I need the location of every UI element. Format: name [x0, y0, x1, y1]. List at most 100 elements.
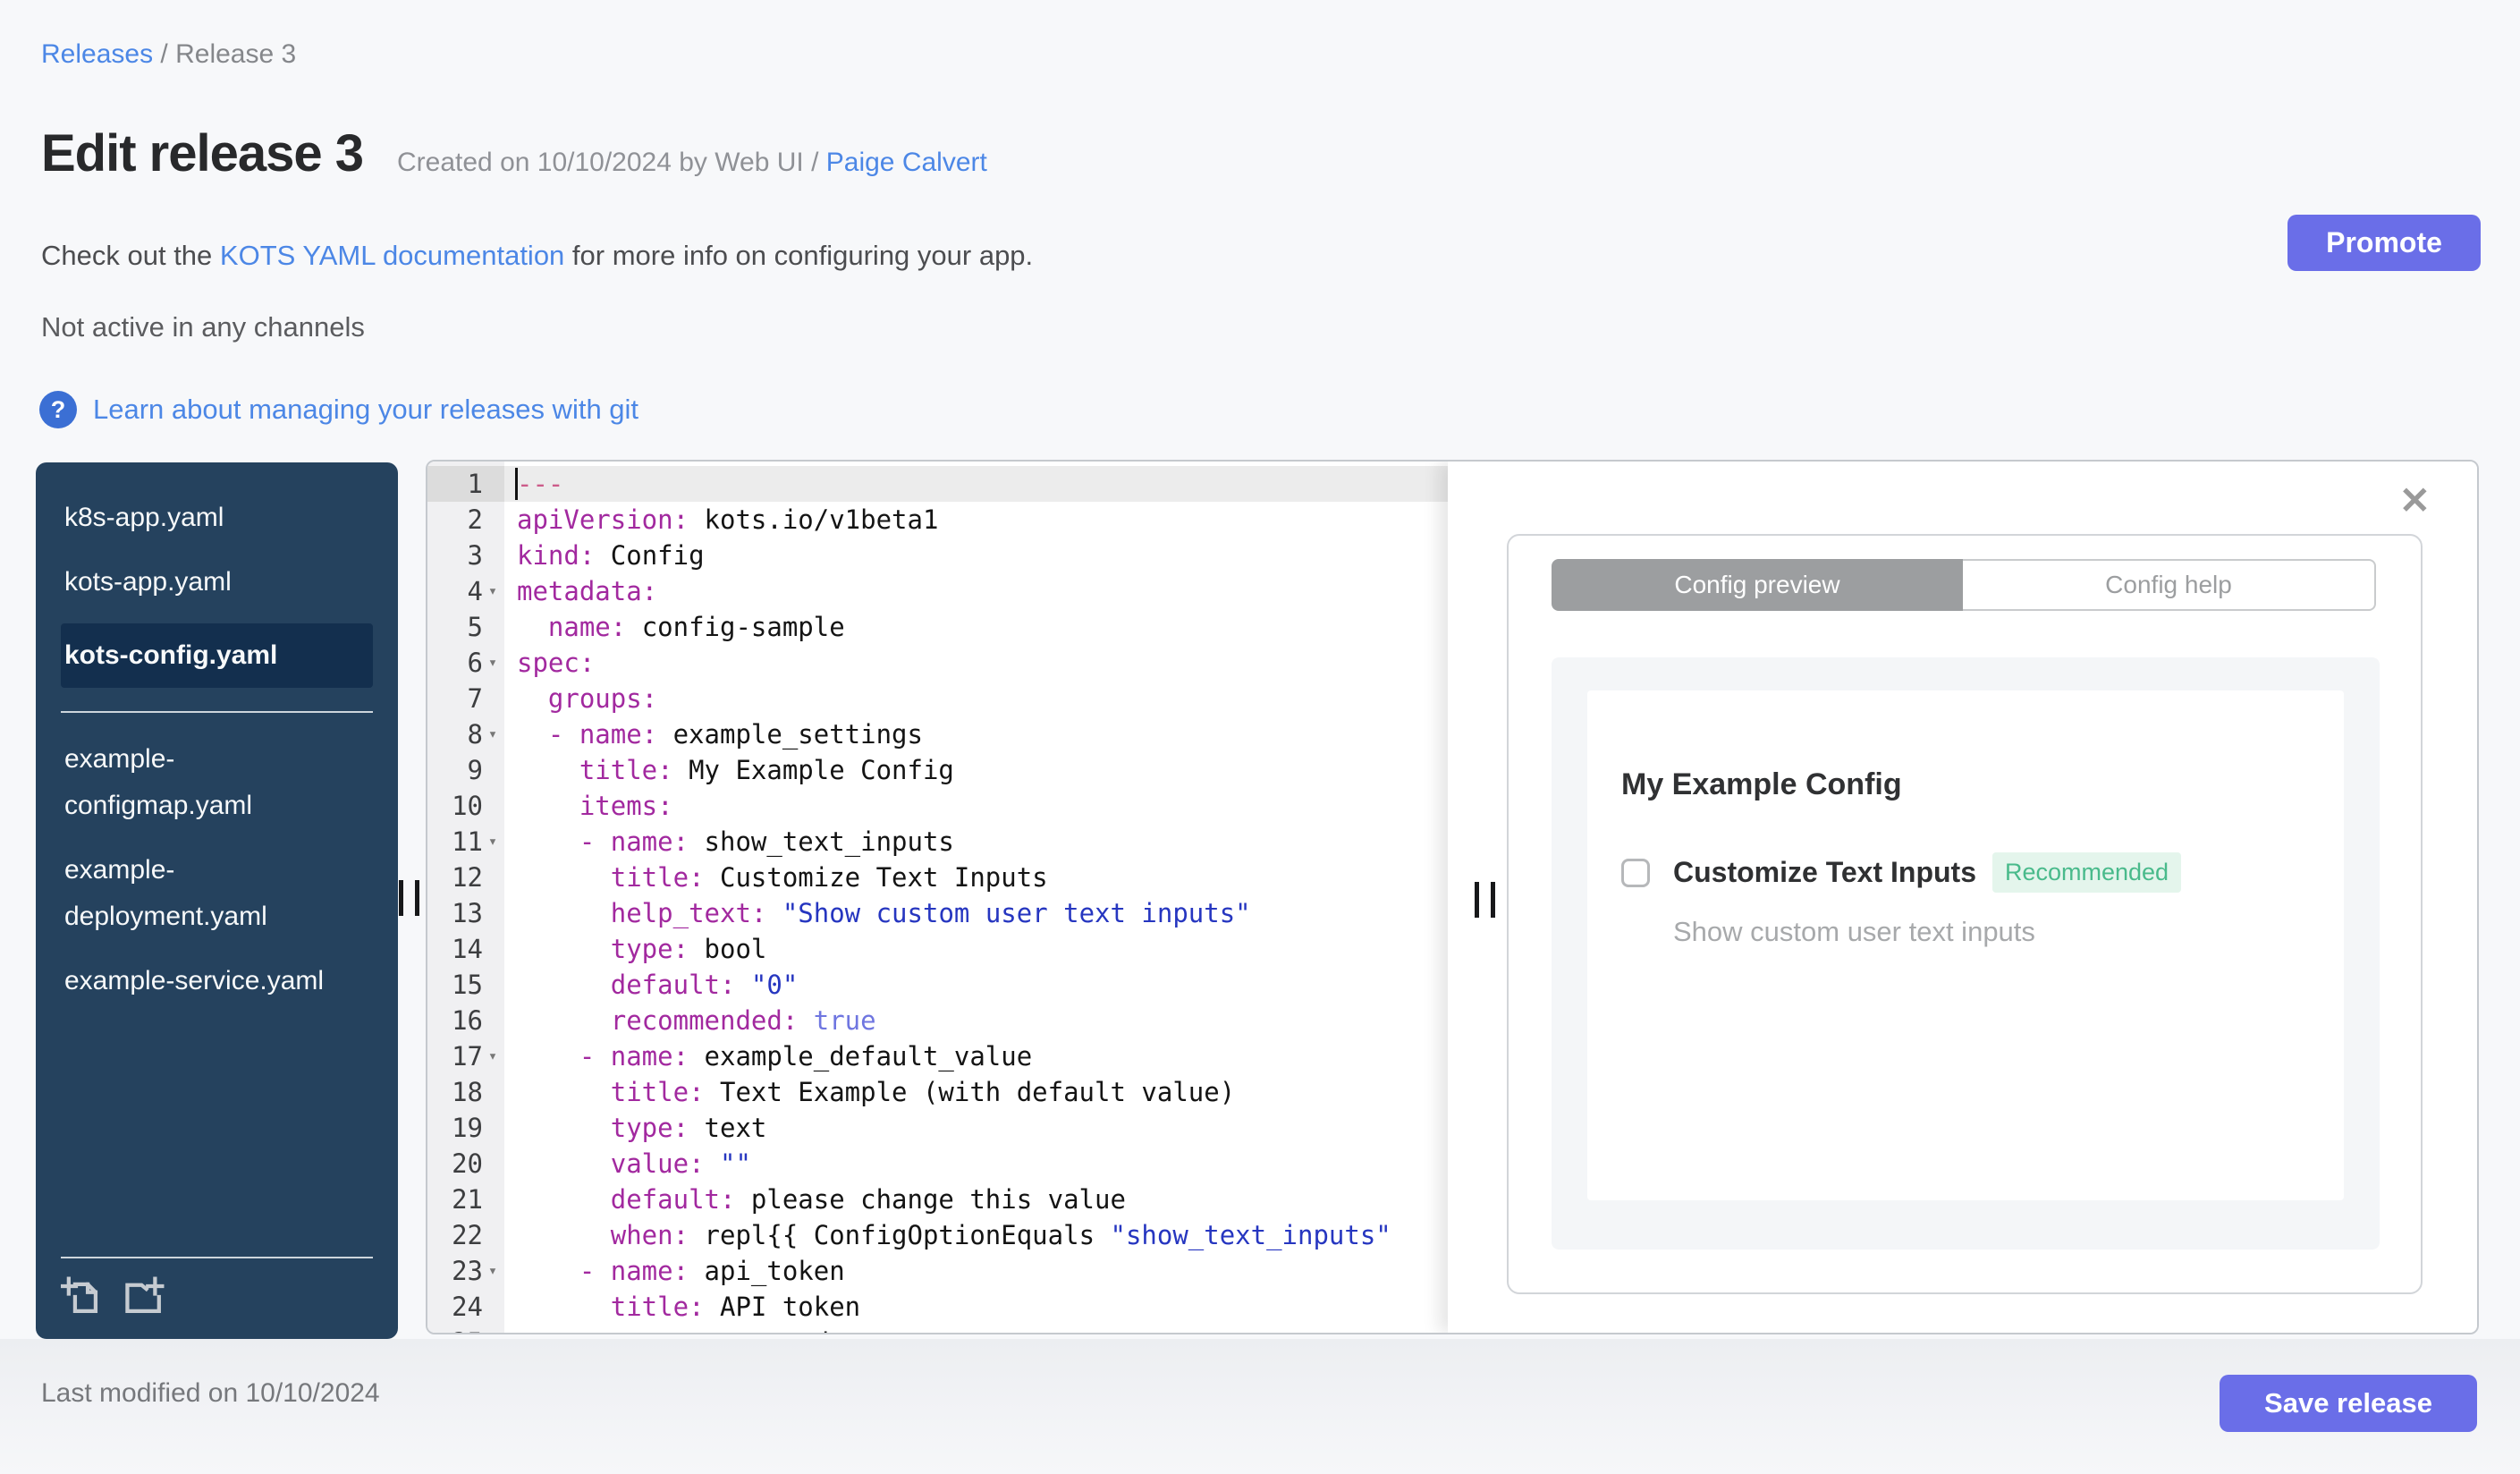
gutter-line-21: 21 [452, 1184, 483, 1215]
fold-widget-icon[interactable]: ▾ [483, 833, 503, 851]
gutter-line-16: 16 [452, 1005, 483, 1036]
code-line-8[interactable]: - name: example_settings [504, 716, 1448, 752]
fold-widget-icon[interactable]: ▾ [483, 654, 503, 672]
gutter-line-24: 24 [452, 1292, 483, 1322]
resize-handle-bar [1491, 882, 1495, 918]
editor-shell: 1 2 3 4 ▾ 5 6 ▾ 7 8 ▾ 9 10 11 ▾ 12 13 14 15 16 17 ▾ 18 19 20 21 22… [426, 460, 2479, 1334]
code-line-2[interactable]: apiVersion: kots.io/v1beta1 [504, 502, 1448, 538]
file-item-kots-app.yaml[interactable]: kots-app.yaml [61, 559, 373, 606]
save-release-button[interactable]: Save release [2220, 1375, 2477, 1432]
config-group-heading: My Example Config [1621, 767, 1902, 801]
gutter-line-23: 23 ▾ [427, 1253, 504, 1289]
gutter-line-22: 22 [452, 1220, 483, 1250]
editor-code-area[interactable]: --- apiVersion: kots.io/v1beta1 kind: Conf… [504, 462, 1448, 1333]
gutter-line-10: 10 [452, 791, 483, 821]
gutter-line-3: 3 [467, 540, 483, 571]
editor-gutter: 1 2 3 4 ▾ 5 6 ▾ 7 8 ▾ 9 10 11 ▾ 12 13 14 15 16 17 ▾ 18 19 20 21 22… [427, 462, 504, 1333]
recommended-badge: Recommended [1991, 852, 2182, 893]
gutter-line-8: 8 ▾ [427, 716, 504, 752]
code-line-25[interactable]: type: password [504, 1325, 1448, 1333]
code-line-14[interactable]: type: bool [504, 931, 1448, 967]
code-line-9[interactable]: title: My Example Config [504, 752, 1448, 788]
file-group-divider [61, 711, 373, 713]
fold-widget-icon[interactable]: ▾ [483, 1047, 503, 1065]
gutter-line-11: 11 ▾ [427, 824, 504, 860]
gutter-line-19: 19 [452, 1113, 483, 1143]
gutter-line-15: 15 [452, 970, 483, 1000]
preview-tabs: Config preview Config help [1552, 559, 2376, 611]
close-icon[interactable]: ✕ [2394, 481, 2436, 521]
code-line-19[interactable]: type: text [504, 1110, 1448, 1146]
file-item-k8s-app.yaml[interactable]: k8s-app.yaml [61, 495, 373, 541]
gutter-line-9: 9 [467, 755, 483, 785]
yaml-editor[interactable]: 1 2 3 4 ▾ 5 6 ▾ 7 8 ▾ 9 10 11 ▾ 12 13 14 15 16 17 ▾ 18 19 20 21 22… [427, 462, 1448, 1333]
code-line-7[interactable]: groups: [504, 681, 1448, 716]
gutter-line-6: 6 ▾ [427, 645, 504, 681]
file-group-kots: k8s-app.yaml kots-app.yaml kots-config.yam… [36, 462, 398, 688]
tab-config-preview[interactable]: Config preview [1552, 559, 1963, 611]
code-line-22[interactable]: when: repl{{ ConfigOptionEquals "show_te… [504, 1217, 1448, 1253]
fold-widget-icon[interactable]: ▾ [483, 1262, 503, 1280]
kots-yaml-doc-link[interactable]: KOTS YAML documentation [220, 240, 564, 271]
code-line-3[interactable]: kind: Config [504, 538, 1448, 573]
gutter-line-5: 5 [467, 612, 483, 642]
gutter-line-7: 7 [467, 683, 483, 714]
code-line-13[interactable]: help_text: "Show custom user text inputs… [504, 895, 1448, 931]
gutter-line-12: 12 [452, 862, 483, 893]
config-item-row: Customize Text Inputs Recommended [1621, 852, 2344, 893]
file-item-example-service.yaml[interactable]: example-service.yaml [61, 958, 373, 1004]
gutter-line-2: 2 [467, 504, 483, 535]
file-item-example-deployment.yaml[interactable]: example-deployment.yaml [61, 847, 373, 940]
resize-handle-bar [399, 880, 403, 916]
breadcrumb: Releases / Release 3 [41, 39, 296, 70]
sidebar-footer-divider [61, 1257, 373, 1258]
resize-handle-bar [1475, 882, 1479, 918]
code-line-24[interactable]: title: API token [504, 1289, 1448, 1325]
code-line-15[interactable]: default: "0" [504, 967, 1448, 1003]
code-line-23[interactable]: - name: api_token [504, 1253, 1448, 1289]
breadcrumb-releases-link[interactable]: Releases [41, 39, 153, 69]
config-preview-pane: ✕ Config preview Config help My Example … [1448, 462, 2477, 1333]
code-line-17[interactable]: - name: example_default_value [504, 1038, 1448, 1074]
file-tree-sidebar: k8s-app.yaml kots-app.yaml kots-config.yam… [36, 462, 398, 1339]
git-releases-link[interactable]: Learn about managing your releases with … [93, 394, 638, 426]
gutter-line-25: 25 [427, 1325, 504, 1333]
code-line-4[interactable]: metadata: [504, 573, 1448, 609]
code-line-10[interactable]: items: [504, 788, 1448, 824]
tab-config-help[interactable]: Config help [1963, 559, 2376, 611]
code-line-20[interactable]: value: "" [504, 1146, 1448, 1182]
gutter-line-4: 4 ▾ [427, 573, 504, 609]
file-item-example-configmap.yaml[interactable]: example-configmap.yaml [61, 736, 373, 829]
config-item-label: Customize Text Inputs [1673, 856, 1976, 888]
code-line-21[interactable]: default: please change this value [504, 1182, 1448, 1217]
new-folder-icon[interactable] [123, 1276, 165, 1317]
customize-text-inputs-checkbox[interactable] [1621, 858, 1650, 887]
fold-widget-icon[interactable]: ▾ [483, 725, 503, 743]
doc-text-before: Check out the [41, 240, 220, 271]
code-line-12[interactable]: title: Customize Text Inputs [504, 860, 1448, 895]
code-line-5[interactable]: name: config-sample [504, 609, 1448, 645]
preview-resize-handle[interactable] [1475, 882, 1495, 918]
code-line-11[interactable]: - name: show_text_inputs [504, 824, 1448, 860]
code-line-16[interactable]: recommended: true [504, 1003, 1448, 1038]
code-line-18[interactable]: title: Text Example (with default value) [504, 1074, 1448, 1110]
sidebar-resize-handle[interactable] [399, 880, 419, 916]
page-title: Edit release 3 [41, 124, 364, 182]
gutter-line-17: 17 ▾ [427, 1038, 504, 1074]
created-info: Created on 10/10/2024 by Web UI / Paige … [397, 148, 987, 178]
file-item-kots-config.yaml[interactable]: kots-config.yaml [61, 623, 373, 688]
breadcrumb-current: Release 3 [175, 39, 297, 69]
code-line-6[interactable]: spec: [504, 645, 1448, 681]
created-author-link[interactable]: Paige Calvert [826, 148, 987, 177]
gutter-line-20: 20 [452, 1148, 483, 1179]
fold-widget-icon[interactable]: ▾ [483, 582, 503, 600]
question-icon[interactable]: ? [39, 391, 77, 428]
code-line-1[interactable]: --- [504, 466, 1448, 502]
git-help-row[interactable]: ? Learn about managing your releases wit… [39, 391, 638, 428]
text-cursor [515, 468, 518, 500]
config-preview-box: Config preview Config help My Example Co… [1507, 534, 2423, 1294]
promote-button[interactable]: Promote [2287, 215, 2481, 271]
title-row: Edit release 3 Created on 10/10/2024 by … [41, 123, 987, 183]
new-file-icon[interactable] [61, 1276, 102, 1317]
channel-status: Not active in any channels [41, 311, 365, 343]
